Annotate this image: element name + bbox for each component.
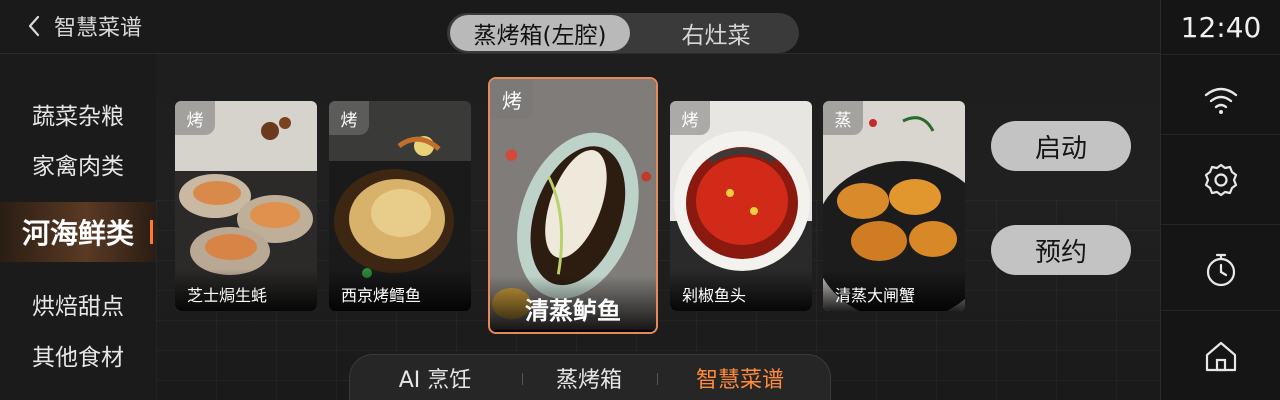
back-button[interactable]: 智慧菜谱 [26, 10, 142, 42]
dish-card-sea-bass-selected[interactable]: 烤 清蒸鲈鱼 [488, 77, 658, 334]
dish-card-oyster[interactable]: 烤 芝士焗生蚝 [175, 101, 317, 311]
wifi-button[interactable] [1161, 54, 1280, 144]
settings-button[interactable] [1161, 134, 1280, 224]
oven-mode-switch: 蒸烤箱(左腔) 右灶菜 [447, 13, 799, 53]
category-other[interactable]: 其他食材 [0, 330, 156, 380]
status-sidebar: 12:40 [1160, 0, 1280, 400]
page-title: 智慧菜谱 [54, 16, 143, 41]
cook-mode-badge: 烤 [490, 79, 534, 119]
dish-name: 芝士焗生蚝 [175, 269, 317, 311]
home-icon [1205, 341, 1237, 371]
nav-divider [522, 373, 523, 385]
start-button[interactable]: 启动 [991, 121, 1131, 171]
cook-mode-badge: 烤 [175, 101, 215, 135]
cook-mode-badge: 蒸 [823, 101, 863, 135]
timer-icon [1206, 253, 1236, 286]
category-seafood[interactable]: 河海鲜类 [0, 202, 156, 262]
nav-smart-recipes[interactable]: 智慧菜谱 [670, 361, 810, 395]
dish-name: 剁椒鱼头 [670, 269, 812, 311]
chevron-left-icon [28, 15, 40, 37]
home-button[interactable] [1161, 310, 1280, 400]
tab-steam-oven-left[interactable]: 蒸烤箱(左腔) [450, 15, 630, 51]
nav-ai-cooking[interactable]: AI 烹饪 [370, 361, 500, 395]
wifi-icon [1204, 87, 1238, 114]
header: 智慧菜谱 蒸烤箱(左腔) 右灶菜 [0, 0, 1160, 54]
clock: 12:40 [1180, 10, 1262, 44]
dish-card-cod[interactable]: 烤 西京烤鳕鱼 [329, 101, 471, 311]
dish-name: 清蒸鲈鱼 [490, 276, 656, 332]
category-poultry-meat[interactable]: 家禽肉类 [0, 139, 156, 189]
schedule-button[interactable]: 预约 [991, 225, 1131, 275]
dish-name: 清蒸大闸蟹 [823, 269, 965, 311]
settings-icon [1204, 163, 1238, 196]
category-vegetables[interactable]: 蔬菜杂粮 [0, 89, 156, 139]
nav-steam-oven[interactable]: 蒸烤箱 [534, 361, 644, 395]
tab-right-stove[interactable]: 右灶菜 [637, 15, 795, 51]
category-list: 蔬菜杂粮 家禽肉类 河海鲜类 烘焙甜点 其他食材 [0, 54, 156, 400]
timer-button[interactable] [1161, 224, 1280, 314]
nav-divider [657, 373, 658, 385]
dish-name: 西京烤鳕鱼 [329, 269, 471, 311]
category-baking[interactable]: 烘焙甜点 [0, 279, 156, 329]
cook-mode-badge: 烤 [670, 101, 710, 135]
dish-card-fish-head[interactable]: 烤 剁椒鱼头 [670, 101, 812, 311]
bottom-nav: AI 烹饪 蒸烤箱 智慧菜谱 [349, 354, 831, 400]
cook-mode-badge: 烤 [329, 101, 369, 135]
dish-card-hairy-crab[interactable]: 蒸 清蒸大闸蟹 [823, 101, 965, 311]
